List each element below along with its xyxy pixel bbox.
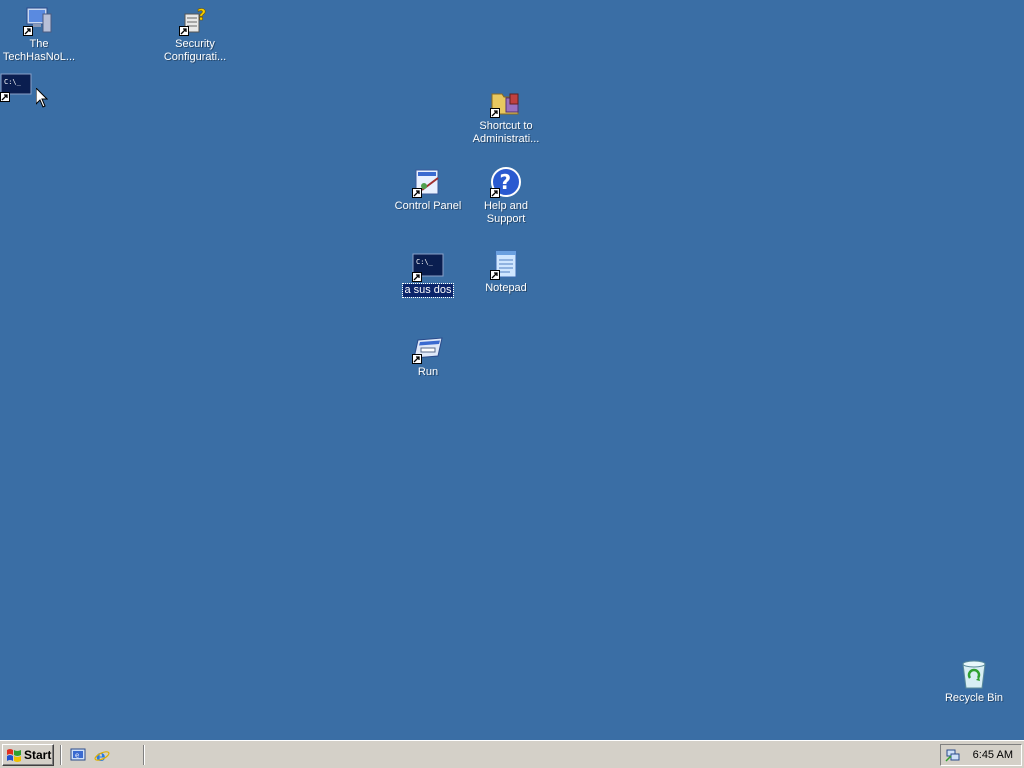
command-prompt-icon: C:\_ bbox=[412, 250, 444, 282]
internet-explorer-icon[interactable]: e bbox=[94, 747, 110, 763]
desktop: The TechHasNoL... ? Security Configurati… bbox=[0, 0, 1024, 740]
desktop-icon-techhasnolimits[interactable]: The TechHasNoL... bbox=[0, 4, 78, 64]
desktop-icon-notepad[interactable]: Notepad bbox=[467, 248, 545, 295]
icon-label: Security Configurati... bbox=[163, 38, 227, 63]
desktop-icon-a-sus-dos[interactable]: C:\_ a sus dos bbox=[389, 250, 467, 298]
clock[interactable]: 6:45 AM bbox=[973, 749, 1013, 761]
icon-label: Help and Support bbox=[483, 200, 529, 225]
icon-label: Notepad bbox=[485, 282, 527, 294]
show-desktop-icon[interactable]: e bbox=[70, 747, 86, 763]
desktop-icon-run[interactable]: Run bbox=[389, 332, 467, 379]
shortcut-arrow-icon bbox=[412, 272, 422, 282]
icon-label: a sus dos bbox=[402, 283, 454, 298]
security-config-icon: ? bbox=[179, 4, 211, 36]
start-button[interactable]: Start bbox=[2, 744, 54, 766]
svg-text:C:\_: C:\_ bbox=[4, 78, 22, 86]
taskbar-divider bbox=[60, 745, 62, 765]
shortcut-arrow-icon bbox=[412, 354, 422, 364]
shortcut-arrow-icon bbox=[0, 92, 10, 102]
taskbar-divider bbox=[143, 745, 145, 765]
svg-text:?: ? bbox=[500, 170, 512, 194]
shortcut-arrow-icon bbox=[490, 188, 500, 198]
control-panel-icon bbox=[412, 166, 444, 198]
command-prompt-icon: C:\_ bbox=[0, 70, 32, 102]
mouse-cursor-icon bbox=[36, 88, 48, 108]
taskbar: Start e e 6:45 AM bbox=[0, 740, 1024, 768]
desktop-icon-security-configuration[interactable]: ? Security Configurati... bbox=[156, 4, 234, 64]
notepad-icon bbox=[490, 248, 522, 280]
computer-icon bbox=[23, 4, 55, 36]
desktop-icon-control-panel[interactable]: Control Panel bbox=[389, 166, 467, 213]
help-icon: ? bbox=[490, 166, 522, 198]
recycle-bin-icon bbox=[958, 658, 990, 690]
icon-label: Run bbox=[417, 366, 439, 378]
shortcut-arrow-icon bbox=[179, 26, 189, 36]
run-icon bbox=[412, 332, 444, 364]
desktop-icon-administrative-tools[interactable]: Shortcut to Administrati... bbox=[467, 86, 545, 146]
shortcut-arrow-icon bbox=[490, 270, 500, 280]
windows-logo-icon bbox=[7, 749, 21, 762]
start-label: Start bbox=[24, 748, 52, 762]
shortcut-arrow-icon bbox=[23, 26, 33, 36]
icon-label: Recycle Bin bbox=[944, 692, 1004, 704]
shortcut-arrow-icon bbox=[412, 188, 422, 198]
system-tray: 6:45 AM bbox=[940, 744, 1022, 766]
icon-label: The TechHasNoL... bbox=[2, 38, 76, 63]
administrative-tools-icon bbox=[490, 86, 522, 118]
svg-text:C:\_: C:\_ bbox=[416, 258, 434, 266]
svg-text:?: ? bbox=[197, 5, 206, 24]
svg-text:e: e bbox=[75, 752, 79, 760]
desktop-icon-recycle-bin[interactable]: Recycle Bin bbox=[935, 658, 1013, 705]
icon-label: Control Panel bbox=[394, 200, 462, 212]
shortcut-arrow-icon bbox=[490, 108, 500, 118]
icon-label: Shortcut to Administrati... bbox=[472, 120, 540, 145]
desktop-icon-help-and-support[interactable]: ? Help and Support bbox=[467, 166, 545, 226]
network-icon[interactable] bbox=[945, 747, 961, 763]
